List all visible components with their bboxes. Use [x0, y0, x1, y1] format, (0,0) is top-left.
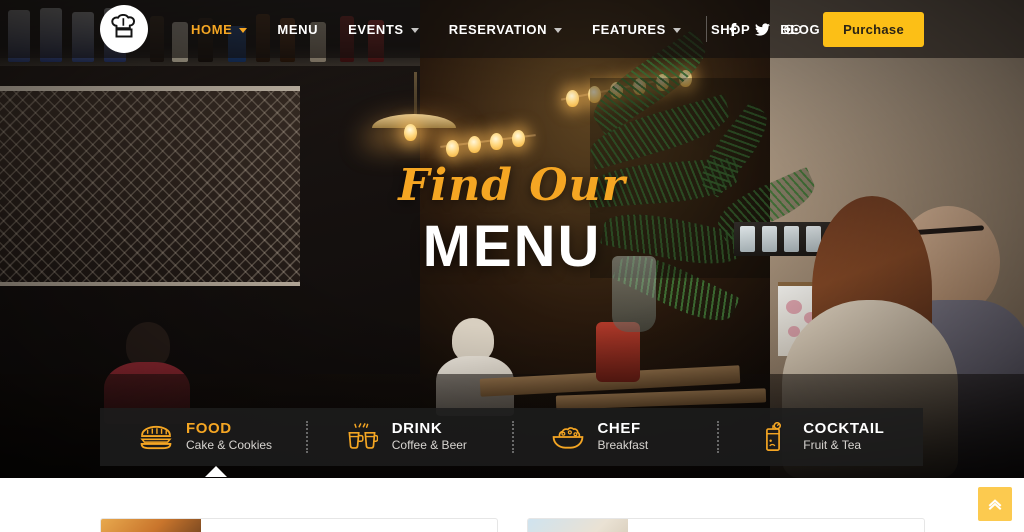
page-root: HOME MENU EVENTS RESERVATION FEATURES SH… [0, 0, 1024, 532]
beer-mugs-icon [344, 422, 380, 452]
site-header: HOME MENU EVENTS RESERVATION FEATURES SH… [0, 0, 1024, 58]
category-tab-cocktail[interactable]: COCKTAIL Fruit & Tea [717, 408, 923, 466]
category-cocktail-subtitle: Fruit & Tea [803, 438, 862, 453]
nav-item-features[interactable]: FEATURES [577, 0, 696, 58]
salad-bowl-icon [550, 422, 586, 452]
header-divider [706, 16, 708, 42]
hero-main-title: MENU [422, 214, 602, 279]
chevron-down-icon [554, 27, 563, 33]
double-chevron-up-icon [988, 499, 1002, 511]
nav-label-menu: MENU [277, 21, 319, 37]
category-chef-title: CHEF [597, 420, 641, 438]
category-food-text: FOOD Cake & Cookies [186, 420, 272, 454]
twitter-glyph [754, 22, 770, 36]
category-cocktail-title: COCKTAIL [803, 420, 885, 438]
nav-item-home[interactable]: HOME [176, 0, 262, 58]
purchase-button[interactable]: Purchase [823, 11, 924, 47]
category-chef-subtitle: Breakfast [597, 438, 649, 453]
category-cocktail-text: COCKTAIL Fruit & Tea [803, 420, 884, 454]
category-chef-text: CHEF Breakfast [598, 420, 649, 454]
category-tab-chef[interactable]: CHEF Breakfast [511, 408, 718, 466]
category-food-title: FOOD [186, 420, 232, 438]
chef-hat-icon [111, 14, 136, 38]
nav-label-reservation: RESERVATION [448, 21, 548, 37]
facebook-glyph [729, 22, 737, 36]
chevron-down-icon [410, 27, 419, 33]
menu-card[interactable] [527, 518, 925, 532]
tripadvisor-icon[interactable] [777, 14, 807, 44]
nav-item-reservation[interactable]: RESERVATION [434, 0, 577, 58]
nav-label-features: FEATURES [592, 21, 666, 37]
active-category-pointer [205, 466, 227, 477]
category-drink-subtitle: Coffee & Beer [391, 438, 467, 453]
category-food-subtitle: Cake & Cookies [186, 438, 273, 453]
nav-label-events: EVENTS [348, 21, 404, 37]
cocktail-icon [755, 422, 791, 452]
menu-category-bar: FOOD Cake & Cookies DRINK Coffee & Beer [100, 408, 923, 466]
category-drink-title: DRINK [391, 420, 443, 438]
tripadvisor-glyph [783, 24, 801, 34]
category-tab-drink[interactable]: DRINK Coffee & Beer [305, 408, 512, 466]
menu-cards-strip [0, 478, 1024, 532]
category-tab-food[interactable]: FOOD Cake & Cookies [100, 408, 306, 466]
category-drink-text: DRINK Coffee & Beer [392, 420, 467, 454]
scroll-to-top-button[interactable] [978, 487, 1012, 521]
chevron-down-icon [239, 27, 248, 33]
burger-icon [138, 422, 174, 452]
chevron-down-icon [672, 27, 681, 33]
menu-card[interactable] [100, 518, 498, 532]
site-logo[interactable] [100, 5, 148, 53]
facebook-icon[interactable] [717, 14, 747, 44]
nav-item-events[interactable]: EVENTS [333, 0, 434, 58]
hero-script-title: Find Our [398, 160, 626, 211]
menu-card-thumbnail [528, 519, 628, 532]
header-right-group: Purchase [706, 0, 1024, 58]
twitter-icon[interactable] [747, 14, 777, 44]
nav-item-menu[interactable]: MENU [262, 0, 333, 58]
hero-title-block: Find Our MENU [0, 160, 1024, 280]
nav-label-home: HOME [191, 21, 233, 37]
menu-card-thumbnail [101, 519, 201, 532]
